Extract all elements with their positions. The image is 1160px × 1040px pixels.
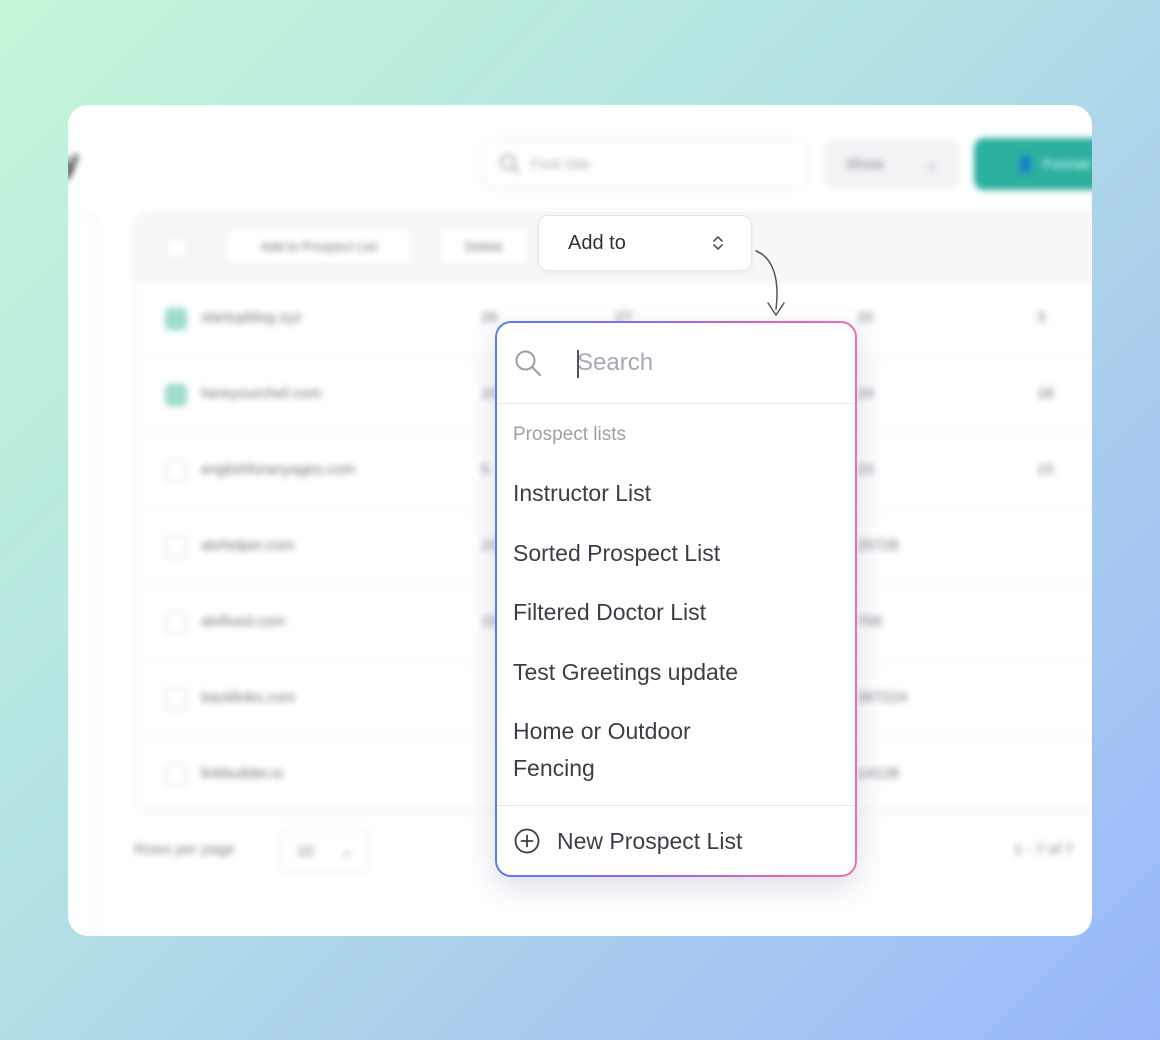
metric-cell-3: 700 — [857, 613, 883, 630]
metric-cell-4: 3 — [1037, 309, 1046, 326]
dropdown-divider — [497, 805, 855, 806]
prospect-list-item-filtered-doctor[interactable]: Filtered Doctor List — [513, 594, 833, 631]
chevron-up-down-icon — [713, 236, 723, 250]
page-title: y — [68, 143, 79, 181]
prospect-lists-section-label: Prospect lists — [513, 424, 626, 445]
select-all-checkbox[interactable] — [165, 236, 189, 260]
rows-per-page-select[interactable]: 10 ⌄ — [280, 829, 370, 873]
site-cell: hereyourchef.com — [201, 385, 322, 402]
metric-cell-3: 24 — [857, 385, 874, 402]
site-cell: linkbuilder.io — [201, 765, 284, 782]
row-checkbox[interactable] — [165, 612, 187, 634]
primary-button-label: Format — [1042, 155, 1091, 173]
site-cell: backlinks.com — [201, 689, 296, 706]
site-cell: atvhelper.com — [201, 537, 295, 554]
prospect-list-item-sorted[interactable]: Sorted Prospect List — [513, 535, 833, 572]
metric-cell-3: 25728 — [857, 537, 899, 554]
row-checkbox[interactable] — [165, 688, 187, 710]
dropdown-search-input[interactable] — [577, 345, 827, 381]
chevron-down-icon: ⌄ — [340, 843, 353, 860]
delete-button[interactable]: Delete — [439, 227, 529, 265]
search-icon — [500, 154, 520, 174]
row-checkbox[interactable] — [165, 308, 187, 330]
metric-cell-4: 18 — [1037, 385, 1054, 402]
plus-circle-icon — [514, 828, 540, 854]
site-cell: englishforanyages.com — [201, 461, 356, 478]
metric-cell-4: 15 — [1037, 461, 1054, 478]
curved-arrow-icon — [755, 250, 785, 316]
find-site-input[interactable]: Find Site — [482, 139, 808, 189]
add-to-label: Add to — [568, 231, 626, 254]
rows-per-page-value: 10 — [297, 842, 314, 860]
metric-cell-3: 20 — [857, 309, 874, 326]
site-cell: startupblog.xyz — [201, 309, 302, 326]
find-site-placeholder: Find Site — [531, 155, 591, 173]
chevron-down-icon: ⌄ — [925, 156, 938, 173]
row-checkbox[interactable] — [165, 536, 187, 558]
metric-cell-3: 367224 — [857, 689, 908, 706]
row-checkbox[interactable] — [165, 460, 187, 482]
add-to-prospect-list-button[interactable]: Add to Prospect List — [225, 227, 413, 265]
new-prospect-list-label: New Prospect List — [557, 827, 743, 854]
rows-per-page-label: Rows per page — [134, 841, 235, 858]
metric-cell-1: 5 — [481, 461, 490, 478]
left-panel — [68, 213, 99, 936]
add-to-button[interactable]: Add to — [538, 215, 752, 271]
new-prospect-list-button[interactable]: New Prospect List — [513, 827, 742, 855]
text-cursor — [577, 350, 579, 378]
show-dropdown[interactable]: Show ⌄ — [824, 139, 960, 189]
search-icon — [515, 350, 541, 376]
add-to-dropdown: Prospect lists Instructor List Sorted Pr… — [495, 321, 857, 877]
user-icon: 👤 — [1016, 156, 1035, 173]
dropdown-search — [497, 323, 855, 404]
prospect-list-item-instructor[interactable]: Instructor List — [513, 475, 833, 512]
metric-cell-3: 23 — [857, 461, 874, 478]
pagination-info: 1 - 7 of 7 — [1014, 841, 1074, 858]
metric-cell-1: 26 — [481, 309, 498, 326]
row-checkbox[interactable] — [165, 384, 187, 406]
prospect-list-item-test-greetings[interactable]: Test Greetings update — [513, 654, 833, 691]
app-card: y Find Site Show ⌄ 👤 Format Add to Prosp… — [68, 105, 1092, 936]
prospect-list-item-fencing[interactable]: Home or Outdoor Fencing — [513, 713, 753, 787]
row-checkbox[interactable] — [165, 764, 187, 786]
primary-button[interactable]: 👤 Format — [974, 138, 1092, 190]
show-label: Show — [846, 155, 884, 173]
site-cell: atvfixed.com — [201, 613, 286, 630]
metric-cell-3: 14128 — [857, 765, 899, 782]
